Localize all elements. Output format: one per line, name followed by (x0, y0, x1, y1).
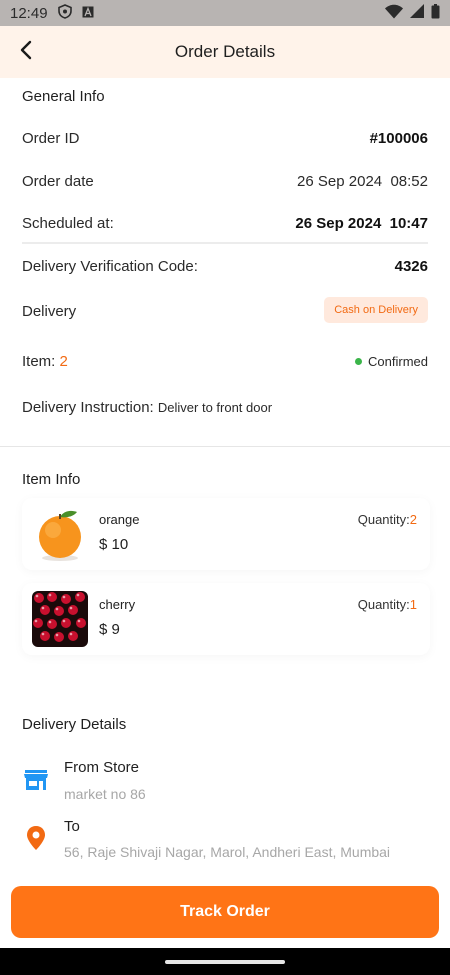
item-card-cherry: cherry $ 9 Quantity:1 (22, 583, 430, 655)
item-info-title: Item Info (22, 471, 81, 488)
verification-code-label: Delivery Verification Code: (22, 258, 198, 275)
home-gesture-handle[interactable] (165, 960, 285, 964)
item-price: $ 9 (99, 621, 120, 638)
from-store-value: market no 86 (64, 786, 146, 802)
quantity-value: 1 (409, 597, 417, 612)
scheduled-value: 26 Sep 2024 10:47 (295, 215, 428, 232)
order-id-label: Order ID (22, 130, 80, 147)
delivery-label: Delivery (22, 303, 77, 320)
to-address-value: 56, Raje Shivaji Nagar, Marol, Andheri E… (64, 844, 391, 860)
scheduled-label: Scheduled at: (22, 215, 114, 232)
back-button[interactable] (12, 38, 40, 66)
app-bar: Order Details (0, 26, 450, 78)
status-left: 12:49 (10, 3, 94, 23)
delivery-details-title: Delivery Details (22, 716, 127, 733)
item-card-orange: orange $ 10 Quantity:2 (22, 498, 430, 570)
status-right (385, 3, 440, 23)
from-store-label: From Store (64, 759, 140, 776)
payment-method-badge: Cash on Delivery (324, 297, 428, 323)
font-icon (82, 5, 94, 22)
arrow-left-icon (18, 40, 34, 65)
order-id-value: #100006 (369, 130, 428, 147)
status-dot-icon (355, 358, 363, 366)
delivery-instruction-value: Deliver to front door (157, 400, 273, 415)
location-pin-icon (22, 824, 50, 852)
cherry-image (32, 591, 88, 647)
page-title: Order Details (174, 42, 276, 61)
track-order-button[interactable]: Track Order (11, 886, 439, 938)
shield-icon (57, 3, 72, 23)
store-icon (22, 766, 50, 794)
quantity-label: Quantity: (357, 597, 410, 612)
orange-image (32, 506, 88, 562)
battery-icon (431, 3, 440, 23)
system-nav-bar (0, 948, 450, 975)
order-date-value: 26 Sep 2024 08:52 (297, 173, 428, 190)
to-label: To (64, 818, 80, 835)
item-price: $ 10 (99, 536, 129, 553)
quantity-value: 2 (409, 512, 417, 527)
item-quantity: Quantity:1 (358, 597, 417, 612)
delivery-instruction-label: Delivery Instruction: (22, 399, 154, 416)
divider (22, 242, 428, 244)
verification-code-value: 4326 (394, 258, 428, 275)
item-count-label: Item: (22, 353, 56, 370)
item-name: orange (99, 512, 140, 527)
item-quantity: Quantity:2 (358, 512, 417, 527)
general-info-title: General Info (22, 88, 105, 105)
item-count-value: 2 (59, 353, 68, 370)
status-time: 12:49 (10, 4, 48, 22)
item-name: cherry (99, 597, 136, 612)
section-separator (0, 446, 450, 447)
wifi-icon (385, 4, 403, 23)
order-status-text: Confirmed (368, 354, 428, 369)
signal-icon (409, 3, 425, 23)
quantity-label: Quantity: (357, 512, 410, 527)
order-date-label: Order date (22, 173, 94, 190)
order-status: Confirmed (355, 354, 428, 369)
status-bar: 12:49 (0, 0, 450, 26)
delivery-instruction-row: Delivery Instruction: Deliver to front d… (22, 399, 272, 416)
item-count-row: Item: 2 (22, 353, 68, 370)
